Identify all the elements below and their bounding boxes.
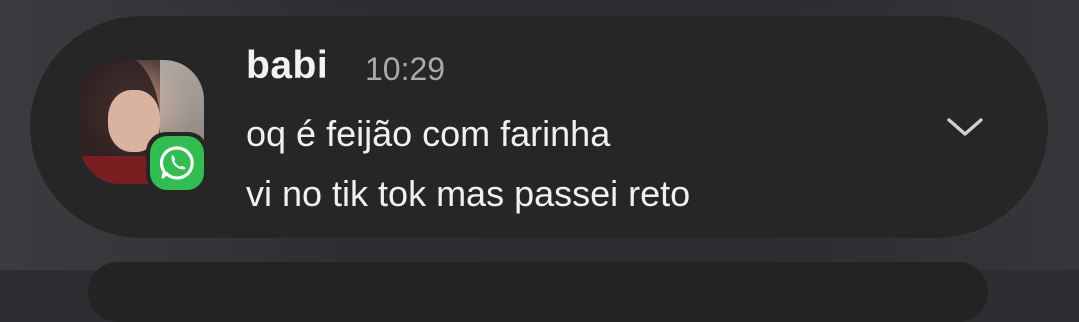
message-line-1: oq é feijão com farinha <box>246 113 611 154</box>
next-notification-card[interactable] <box>88 262 988 322</box>
timestamp: 10:29 <box>365 51 446 87</box>
expand-button[interactable] <box>944 112 986 142</box>
sender-name: babi <box>246 44 329 87</box>
whatsapp-badge <box>146 132 208 194</box>
message-line-2: vi no tik tok mas passei reto <box>246 173 691 214</box>
chevron-down-icon <box>947 118 983 136</box>
whatsapp-icon <box>159 146 194 180</box>
